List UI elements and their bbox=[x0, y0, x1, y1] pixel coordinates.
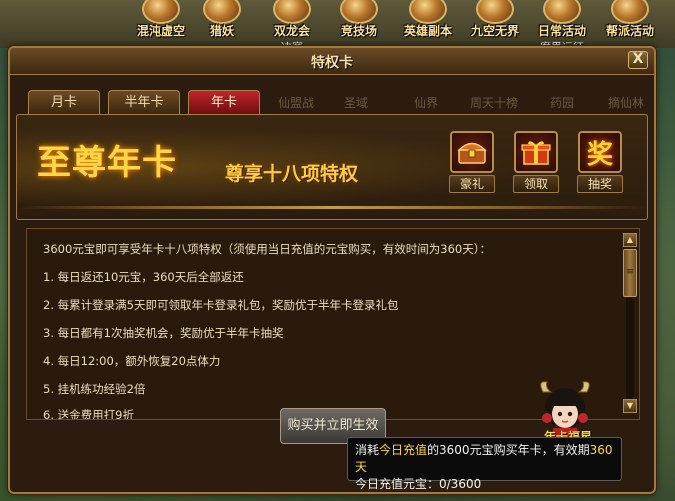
background-tab: 圣域 bbox=[344, 96, 369, 110]
gift-box-icon bbox=[514, 131, 558, 173]
privileges-intro: 3600元宝即可享受年卡十八项特权（须使用当日充值的元宝购买，有效时间为360天… bbox=[43, 242, 491, 256]
activity-bar: 混沌虚空 猎妖 双龙会 决赛 竞技场 英雄副本 九空无界 日常活动 魔界远征 帮… bbox=[0, 0, 675, 54]
hero-dungeon-icon bbox=[409, 0, 447, 24]
tooltip-text: 的3600元宝购买年卡，有效期 bbox=[427, 443, 590, 457]
activity-label: 九空无界 bbox=[470, 24, 519, 38]
tooltip-line-1: 消耗今日充值的3600元宝购买年卡，有效期360天 bbox=[355, 442, 614, 476]
activity-arena[interactable]: 竞技场 bbox=[329, 0, 389, 44]
nine-sky-icon bbox=[476, 0, 514, 24]
luxury-gift-label: 豪礼 bbox=[449, 175, 495, 193]
activity-hunt-demon[interactable]: 猎妖 bbox=[192, 0, 252, 44]
arena-icon bbox=[340, 0, 378, 24]
activity-daily[interactable]: 日常活动 魔界远征 bbox=[532, 0, 592, 54]
lottery-glyph: 奖 bbox=[586, 139, 613, 170]
privilege-item: 6. 送金费用打9折 bbox=[43, 408, 134, 420]
lottery-icon: 奖 bbox=[578, 131, 622, 173]
twin-dragon-icon bbox=[273, 0, 311, 24]
activity-label: 混沌虚空 bbox=[136, 24, 185, 38]
banner-title: 至尊年卡 bbox=[37, 143, 177, 183]
background-tab: 周天十榜 bbox=[470, 96, 519, 110]
year-card-banner: 至尊年卡 尊享十八项特权 豪礼 领取 奖 抽奖 bbox=[16, 114, 648, 220]
tab-month-card[interactable]: 月卡 bbox=[28, 90, 100, 114]
lottery-label: 抽奖 bbox=[577, 175, 623, 193]
privileges-scrollbar[interactable]: ▲ ≡ ▼ bbox=[623, 233, 637, 415]
luxury-gift-button[interactable]: 豪礼 bbox=[449, 131, 495, 193]
activity-twin-dragon[interactable]: 双龙会 决赛 bbox=[262, 0, 322, 54]
privilege-item: 3. 每日都有1次抽奖机会，奖励优于半年卡抽奖 bbox=[43, 326, 284, 340]
activity-guild[interactable]: 帮派活动 bbox=[600, 0, 660, 44]
guild-activity-icon bbox=[611, 0, 649, 24]
background-tab: 药园 bbox=[550, 96, 575, 110]
privilege-item: 5. 挂机练功经验2倍 bbox=[43, 382, 146, 396]
claim-button[interactable]: 领取 bbox=[513, 131, 559, 193]
banner-subtitle: 尊享十八项特权 bbox=[225, 163, 359, 185]
background-tab: 仙界 bbox=[414, 96, 439, 110]
activity-chaos-void[interactable]: 混沌虚空 bbox=[131, 0, 191, 44]
tab-half-year-card[interactable]: 半年卡 bbox=[108, 90, 180, 114]
window-titlebar: 特权卡 X bbox=[10, 48, 654, 75]
privilege-item: 2. 每累计登录满5天即可领取年卡登录礼包，奖励优于半年卡登录礼包 bbox=[43, 298, 399, 312]
chaos-void-icon bbox=[142, 0, 180, 24]
background-tab: 摘仙林 bbox=[608, 96, 645, 110]
tab-year-card[interactable]: 年卡 bbox=[188, 90, 260, 114]
background-tab: 仙盟战 bbox=[278, 96, 315, 110]
scroll-down-icon[interactable]: ▼ bbox=[623, 399, 637, 413]
close-button[interactable]: X bbox=[628, 51, 648, 69]
activity-label: 日常活动 bbox=[537, 24, 586, 38]
activity-hero-dungeon[interactable]: 英雄副本 bbox=[398, 0, 458, 44]
banner-divider bbox=[17, 206, 647, 209]
privilege-item: 1. 每日返还10元宝，360天后全部返还 bbox=[43, 270, 244, 284]
activity-label: 双龙会 bbox=[273, 24, 310, 38]
window-title: 特权卡 bbox=[311, 55, 353, 71]
tooltip-line-2: 今日充值元宝：0/3600 bbox=[355, 477, 482, 491]
treasure-chest-icon bbox=[450, 131, 494, 173]
activity-label: 猎妖 bbox=[209, 24, 234, 38]
scroll-thumb[interactable]: ≡ bbox=[623, 249, 637, 297]
activity-nine-sky[interactable]: 九空无界 bbox=[465, 0, 525, 44]
activity-label: 英雄副本 bbox=[403, 24, 452, 38]
tooltip-text: 消耗 bbox=[355, 443, 380, 457]
tooltip-highlight: 今日充值 bbox=[379, 443, 428, 457]
activity-label: 竞技场 bbox=[340, 24, 377, 38]
activity-label: 帮派活动 bbox=[605, 24, 654, 38]
privilege-item: 4. 每日12:00，额外恢复20点体力 bbox=[43, 354, 221, 368]
scroll-up-icon[interactable]: ▲ bbox=[623, 233, 637, 247]
buy-tooltip: 消耗今日充值的3600元宝购买年卡，有效期360天 今日充值元宝：0/3600 bbox=[347, 437, 622, 491]
hunt-demon-icon bbox=[203, 0, 241, 24]
claim-label: 领取 bbox=[513, 175, 559, 193]
daily-activity-icon bbox=[543, 0, 581, 24]
lottery-button[interactable]: 奖 抽奖 bbox=[577, 131, 623, 193]
